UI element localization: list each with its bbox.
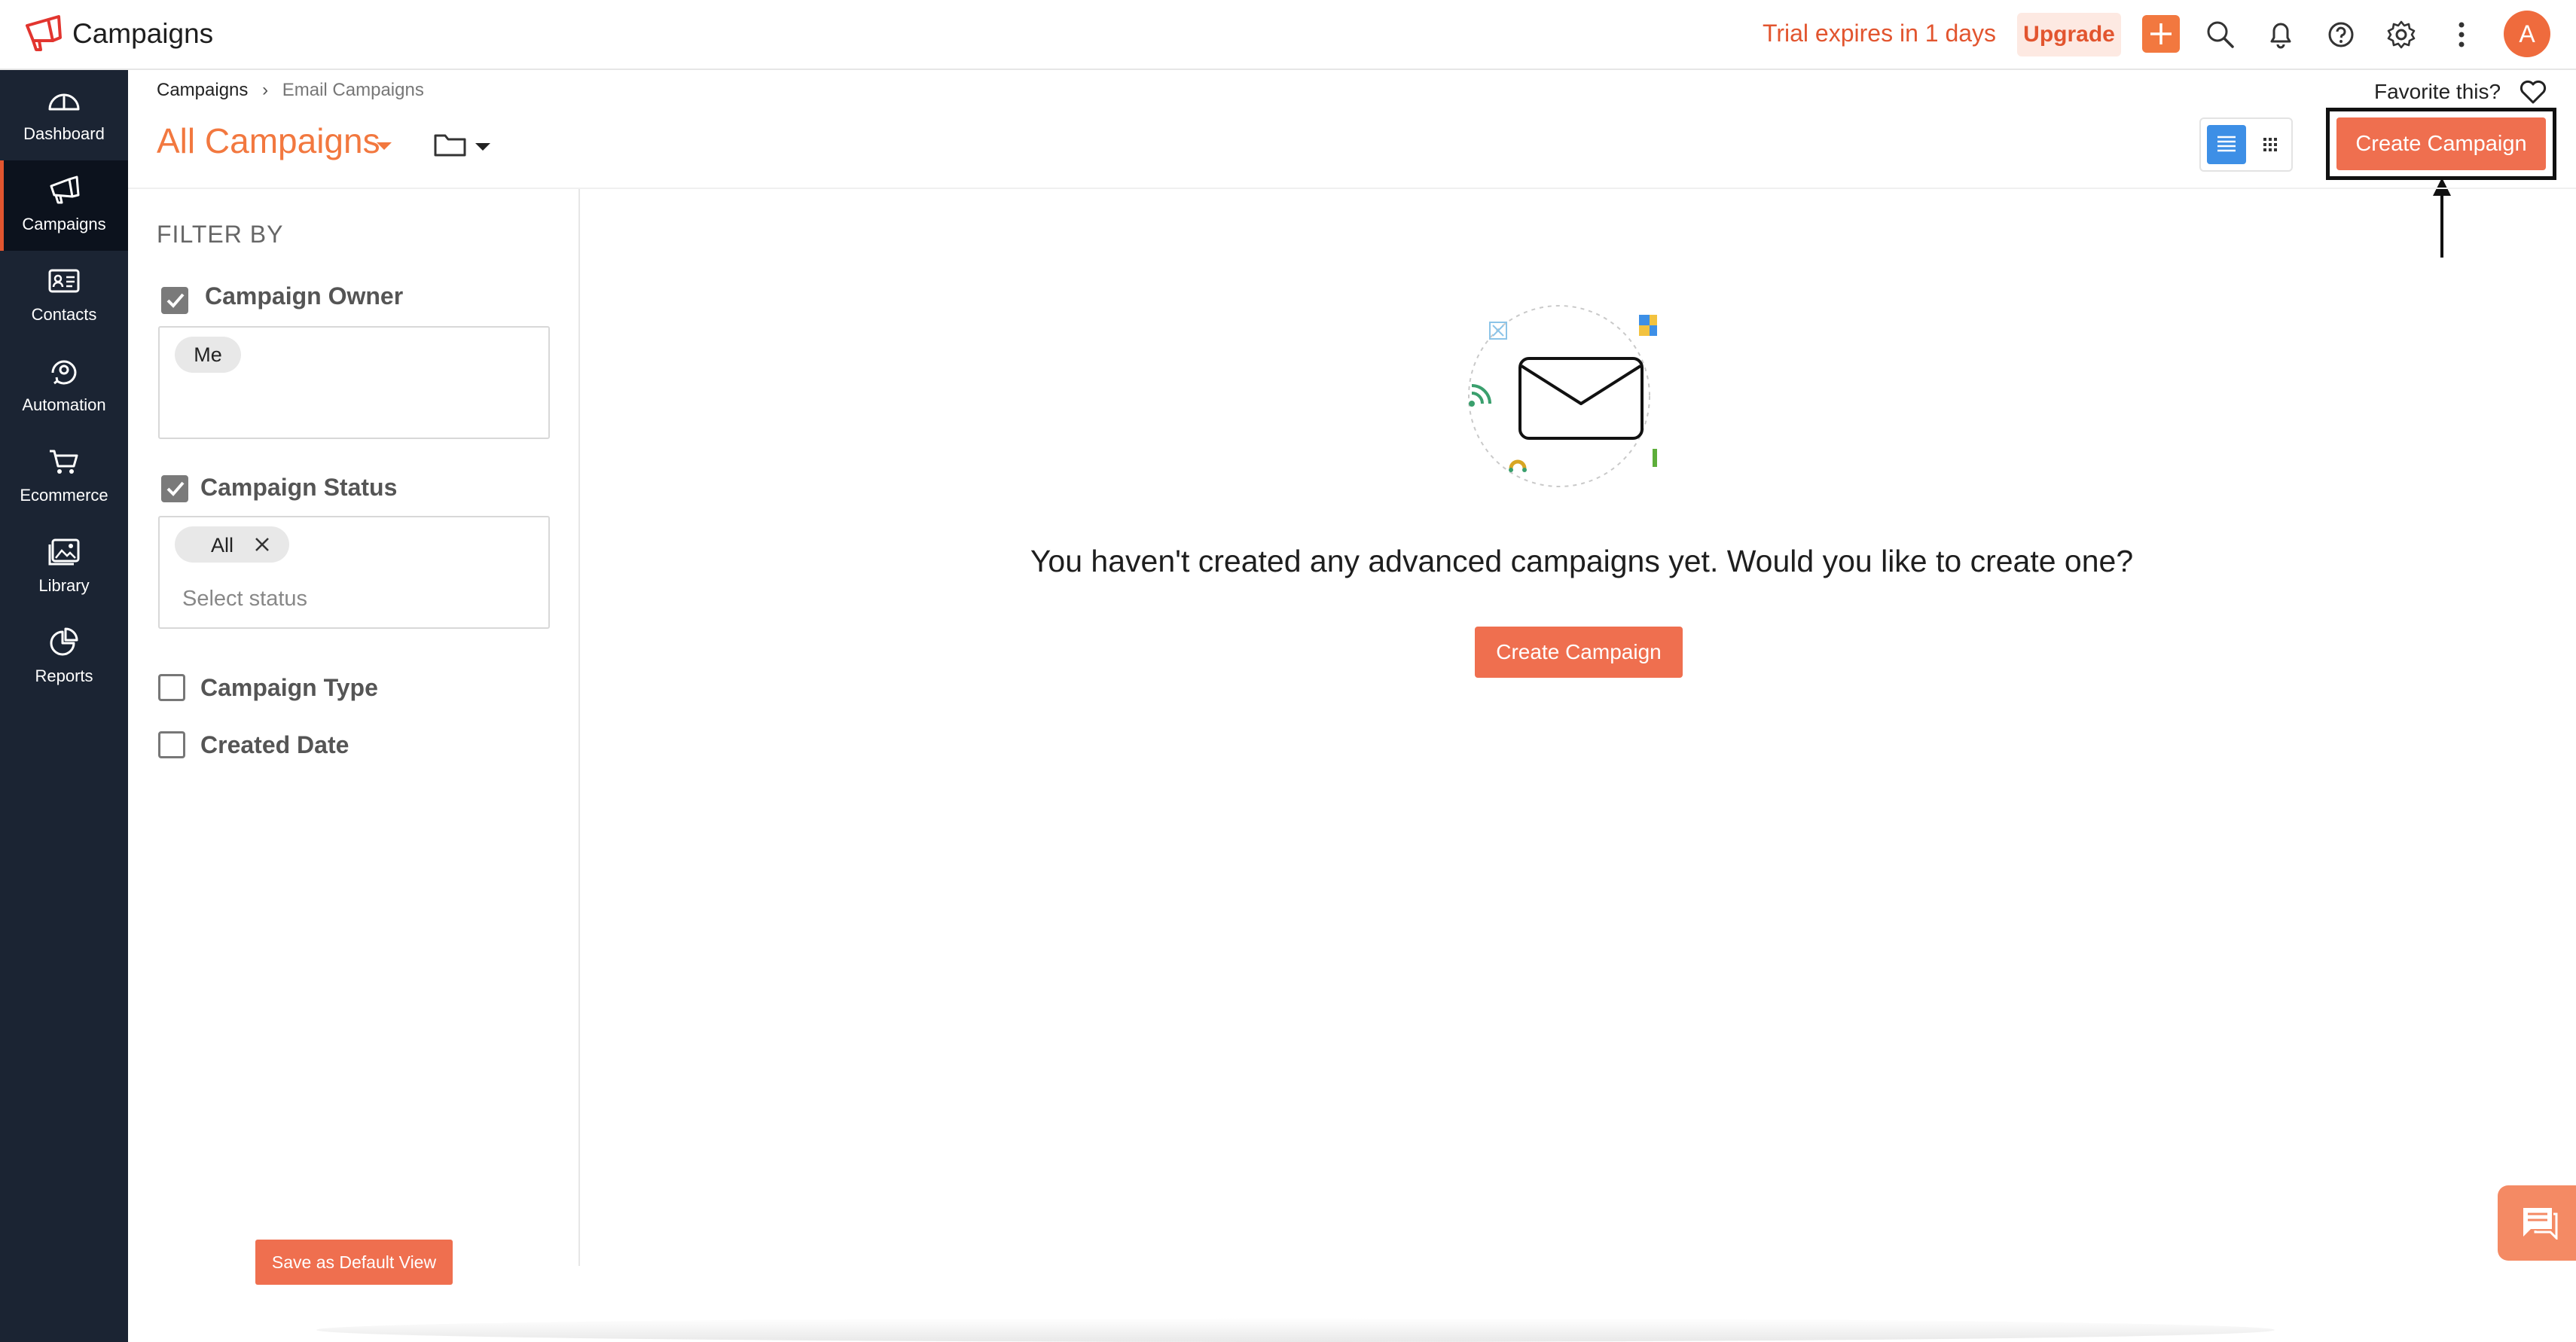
rss-icon: [1469, 384, 1491, 407]
owner-chip[interactable]: Me: [175, 337, 241, 373]
nav-item-library[interactable]: Library: [0, 522, 128, 612]
nav-item-contacts[interactable]: Contacts: [0, 251, 128, 341]
campaign-owner-checkbox[interactable]: [161, 287, 188, 314]
favorite-label: Favorite this?: [2374, 80, 2501, 103]
chat-widget-button[interactable]: [2498, 1185, 2576, 1261]
heart-icon[interactable]: [2518, 77, 2548, 107]
nav-label: Contacts: [31, 305, 97, 324]
nav-item-campaigns[interactable]: Campaigns: [0, 160, 128, 251]
megaphone-icon: [50, 175, 80, 204]
left-navigation: Dashboard Campaigns Contacts Automation: [0, 70, 128, 1342]
create-campaign-button-header[interactable]: Create Campaign: [2336, 117, 2546, 170]
close-icon[interactable]: [253, 535, 271, 554]
chevron-down-icon[interactable]: [375, 140, 393, 152]
campaign-status-checkbox[interactable]: [161, 475, 188, 502]
image-library-icon: [48, 538, 80, 566]
more-vertical-icon[interactable]: [2445, 18, 2478, 51]
status-chip: All: [175, 526, 289, 563]
automation-icon: [51, 360, 77, 385]
save-default-view-button[interactable]: Save as Default View: [255, 1240, 453, 1285]
gauge-icon: [48, 93, 80, 111]
create-campaign-button[interactable]: Create Campaign: [1475, 627, 1683, 678]
campaign-status-label: Campaign Status: [200, 474, 398, 501]
cart-icon: [50, 450, 78, 474]
caret-down-icon: [475, 143, 491, 151]
empty-mail-illustration-icon: [1468, 305, 1657, 487]
nav-item-dashboard[interactable]: Dashboard: [0, 70, 128, 160]
breadcrumb-root-link[interactable]: Campaigns: [157, 80, 248, 100]
folder-icon: [434, 134, 466, 157]
campaign-status-field[interactable]: All Select status: [158, 516, 550, 629]
nav-label: Library: [38, 576, 90, 595]
page-title[interactable]: All Campaigns: [157, 120, 380, 161]
breadcrumb-separator: ›: [262, 80, 269, 100]
filter-heading: FILTER BY: [157, 221, 284, 248]
created-date-checkbox[interactable]: [158, 731, 185, 758]
contact-card-icon: [48, 269, 80, 293]
upgrade-button[interactable]: Upgrade: [2017, 13, 2121, 56]
nav-label: Dashboard: [23, 124, 105, 143]
campaign-owner-field[interactable]: Me: [158, 326, 550, 439]
gear-icon[interactable]: [2385, 18, 2418, 51]
help-icon[interactable]: [2324, 18, 2358, 51]
campaign-owner-label: Campaign Owner: [205, 282, 404, 310]
grid-icon: [2263, 138, 2277, 151]
breadcrumb-current: Email Campaigns: [282, 80, 424, 100]
filter-panel: FILTER BY Campaign Owner Me Campaign Sta…: [128, 189, 580, 1266]
nav-label: Reports: [35, 666, 93, 685]
nav-label: Ecommerce: [20, 486, 108, 505]
checkmark-icon: [166, 481, 185, 496]
quick-create-button[interactable]: [2142, 15, 2180, 53]
created-date-label: Created Date: [200, 731, 349, 758]
nav-item-reports[interactable]: Reports: [0, 612, 128, 703]
nav-label: Automation: [22, 395, 106, 414]
breadcrumb: Campaigns › Email Campaigns: [157, 80, 424, 101]
grid-view-button[interactable]: [2251, 125, 2290, 164]
status-chip-label: All: [211, 534, 234, 557]
app-title: Campaigns: [72, 18, 214, 49]
pie-chart-icon: [50, 627, 78, 656]
list-icon: [2217, 136, 2236, 152]
campaign-type-label: Campaign Type: [200, 674, 378, 701]
status-select-placeholder[interactable]: Select status: [182, 587, 307, 612]
campaign-type-checkbox[interactable]: [158, 674, 185, 701]
chat-icon: [2523, 1208, 2558, 1240]
trial-expiry-text: Trial expires in 1 days: [1763, 20, 1997, 47]
checkmark-icon: [166, 293, 185, 308]
search-icon[interactable]: [2204, 18, 2237, 51]
campaigns-logo-icon: [26, 15, 62, 51]
nav-label: Campaigns: [22, 215, 106, 233]
top-bar: Campaigns Trial expires in 1 days Upgrad…: [0, 0, 2576, 70]
user-avatar[interactable]: A: [2504, 11, 2550, 57]
nav-item-ecommerce[interactable]: Ecommerce: [0, 432, 128, 522]
folder-dropdown-button[interactable]: [433, 130, 492, 163]
plus-icon: [2150, 23, 2172, 44]
bottom-shadow: [316, 1318, 2275, 1342]
view-toggle: [2199, 117, 2293, 172]
empty-state-message: You haven't created any advanced campaig…: [1030, 544, 2134, 578]
list-view-button[interactable]: [2207, 125, 2246, 164]
nav-item-automation[interactable]: Automation: [0, 341, 128, 432]
bell-icon[interactable]: [2264, 18, 2297, 51]
